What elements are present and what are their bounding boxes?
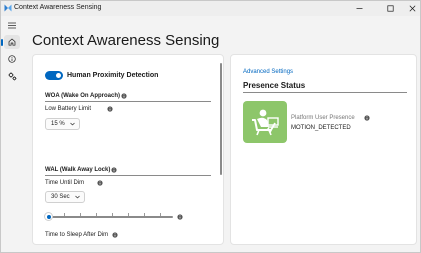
- user-presence-value: MOTION_DETECTED: [291, 125, 351, 131]
- app-logo-icon: [4, 4, 12, 12]
- wal-divider: [45, 175, 211, 176]
- low-battery-label: Low Battery Limit: [45, 106, 92, 112]
- info-icon: [8, 55, 16, 63]
- time-to-sleep-label: Time to Sleep After Dim: [45, 232, 109, 238]
- dim-slider-thumb[interactable]: [45, 213, 52, 220]
- presence-divider: [243, 92, 407, 93]
- slider-tick: [80, 213, 81, 216]
- page-title: Context Awareness Sensing: [32, 32, 220, 49]
- close-button[interactable]: [399, 1, 420, 16]
- slider-tick: [160, 213, 161, 216]
- low-battery-dropdown[interactable]: 15 %: [45, 118, 80, 130]
- wal-heading: WAL (Walk Away Lock): [45, 167, 111, 173]
- home-icon: [8, 38, 16, 46]
- time-until-dim-info-icon[interactable]: [97, 180, 103, 186]
- woa-heading: WOA (Wake On Approach): [45, 93, 120, 99]
- time-until-dim-label: Time Until Dim: [45, 180, 85, 186]
- nav-rail: [1, 16, 23, 252]
- nav-menu-button[interactable]: [4, 18, 20, 32]
- nav-item-info[interactable]: [4, 52, 20, 66]
- time-until-dim-dropdown[interactable]: 30 Sec: [45, 191, 85, 203]
- slider-tick: [96, 213, 97, 216]
- woa-info-icon[interactable]: [121, 93, 127, 99]
- settings-icon: [7, 71, 16, 80]
- time-to-sleep-info-icon[interactable]: [112, 232, 118, 238]
- advanced-settings-link[interactable]: Advanced Settings: [243, 68, 293, 76]
- low-battery-info-icon[interactable]: [107, 106, 113, 112]
- user-at-desk-icon: [252, 109, 279, 136]
- close-icon: [409, 5, 415, 12]
- chevron-down-icon: [70, 122, 75, 126]
- slider-tick: [128, 213, 129, 216]
- nav-item-home[interactable]: [4, 35, 20, 49]
- time-until-dim-value: 30 Sec: [51, 194, 70, 200]
- low-battery-value: 15 %: [51, 121, 65, 127]
- slider-info-icon[interactable]: [177, 214, 183, 220]
- maximize-icon: [386, 5, 394, 12]
- user-presence-info-icon[interactable]: [364, 115, 370, 121]
- wal-info-icon[interactable]: [111, 167, 117, 173]
- woa-divider: [45, 101, 211, 102]
- human-proximity-toggle[interactable]: [45, 71, 63, 80]
- slider-tick: [64, 213, 65, 216]
- minimize-button[interactable]: [346, 1, 372, 16]
- title-bar: Context Awareness Sensing: [1, 1, 420, 16]
- slider-tick: [112, 213, 113, 216]
- nav-selection-indicator: [1, 39, 3, 46]
- human-proximity-label: Human Proximity Detection: [67, 72, 159, 79]
- slider-tick: [144, 213, 145, 216]
- minimize-icon: [356, 8, 362, 9]
- presence-status-title: Presence Status: [243, 81, 306, 90]
- user-presence-label: Platform User Presence: [291, 115, 355, 121]
- chevron-down-icon: [75, 195, 80, 199]
- hamburger-icon: [8, 22, 16, 28]
- settings-scrollbar[interactable]: [220, 63, 222, 175]
- settings-card: Human Proximity Detection WOA (Wake On A…: [32, 54, 224, 245]
- toggle-knob: [56, 73, 61, 78]
- nav-item-settings[interactable]: [4, 69, 20, 83]
- app-window: Context Awareness Sensing Context Awaren…: [0, 0, 421, 253]
- presence-card: Advanced Settings Presence Status Platfo…: [230, 54, 417, 245]
- window-title: Context Awareness Sensing: [14, 4, 102, 11]
- presence-status-tile: [243, 101, 287, 143]
- dim-slider-track[interactable]: [48, 216, 173, 218]
